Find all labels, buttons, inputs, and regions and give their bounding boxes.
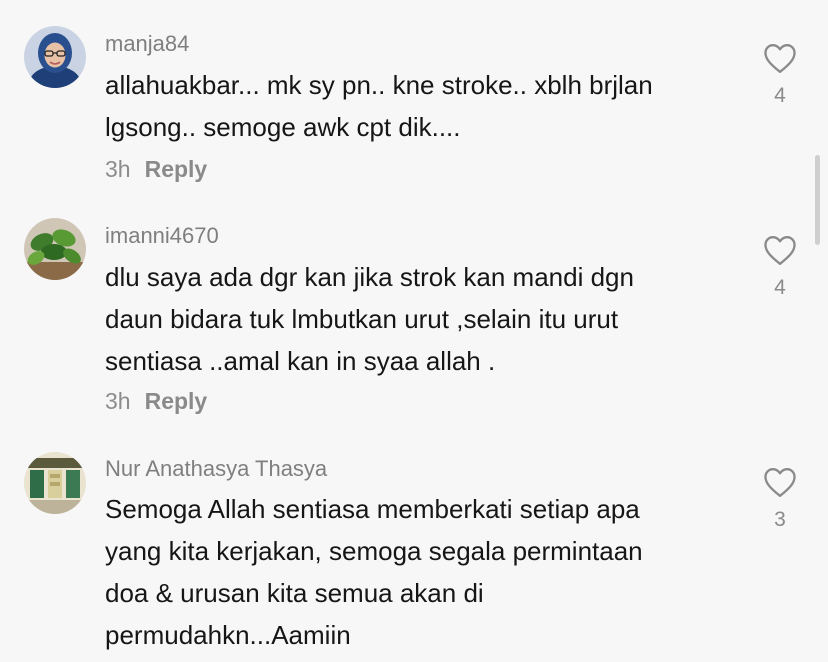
- comment-text: Semoga Allah sentiasa memberkati setiap …: [105, 488, 745, 656]
- user-avatar-hijab-icon: [24, 26, 86, 88]
- like-count: 4: [774, 84, 786, 107]
- avatar[interactable]: [24, 452, 86, 514]
- heart-outline-icon: [764, 236, 796, 265]
- comment-meta: 3h Reply: [105, 156, 207, 183]
- comment-text-line: lgsong.. semoge awk cpt dik....: [105, 112, 461, 142]
- user-avatar-plant-icon: [24, 218, 86, 280]
- like-button[interactable]: 3: [756, 466, 804, 532]
- avatar[interactable]: [24, 26, 86, 88]
- comment-username[interactable]: manja84: [105, 31, 189, 57]
- like-count: 4: [774, 276, 786, 299]
- comment-text-line: permudahkn...Aamiin: [105, 620, 351, 650]
- comment-meta: 3h Reply: [105, 388, 207, 415]
- comment-text-line: dlu saya ada dgr kan jika strok kan mand…: [105, 262, 634, 292]
- scrollbar[interactable]: [815, 155, 820, 245]
- like-button[interactable]: 4: [756, 42, 804, 108]
- reply-button[interactable]: Reply: [145, 388, 208, 414]
- comment-text-line: sentiasa ..amal kan in syaa allah .: [105, 346, 496, 376]
- comment-timestamp: 3h: [105, 388, 131, 414]
- comment-text: dlu saya ada dgr kan jika strok kan mand…: [105, 256, 745, 382]
- comment-text-line: yang kita kerjakan, semoga segala permin…: [105, 536, 643, 566]
- comment-username[interactable]: imanni4670: [105, 223, 219, 249]
- comment-timestamp: 3h: [105, 156, 131, 182]
- comment-text: allahuakbar... mk sy pn.. kne stroke.. x…: [105, 64, 745, 148]
- heart-outline-icon: [764, 468, 796, 497]
- comment-username[interactable]: Nur Anathasya Thasya: [105, 456, 327, 482]
- comment-text-line: daun bidara tuk lmbutkan urut ,selain it…: [105, 304, 619, 334]
- like-button[interactable]: 4: [756, 234, 804, 300]
- heart-outline-icon: [764, 44, 796, 73]
- comment-text-line: allahuakbar... mk sy pn.. kne stroke.. x…: [105, 70, 653, 100]
- reply-button[interactable]: Reply: [145, 156, 208, 182]
- comment-text-line: Semoga Allah sentiasa memberkati setiap …: [105, 494, 640, 524]
- avatar[interactable]: [24, 218, 86, 280]
- like-count: 3: [774, 508, 786, 531]
- comment-text-line: doa & urusan kita semua akan di: [105, 578, 484, 608]
- user-avatar-shop-icon: [24, 452, 86, 514]
